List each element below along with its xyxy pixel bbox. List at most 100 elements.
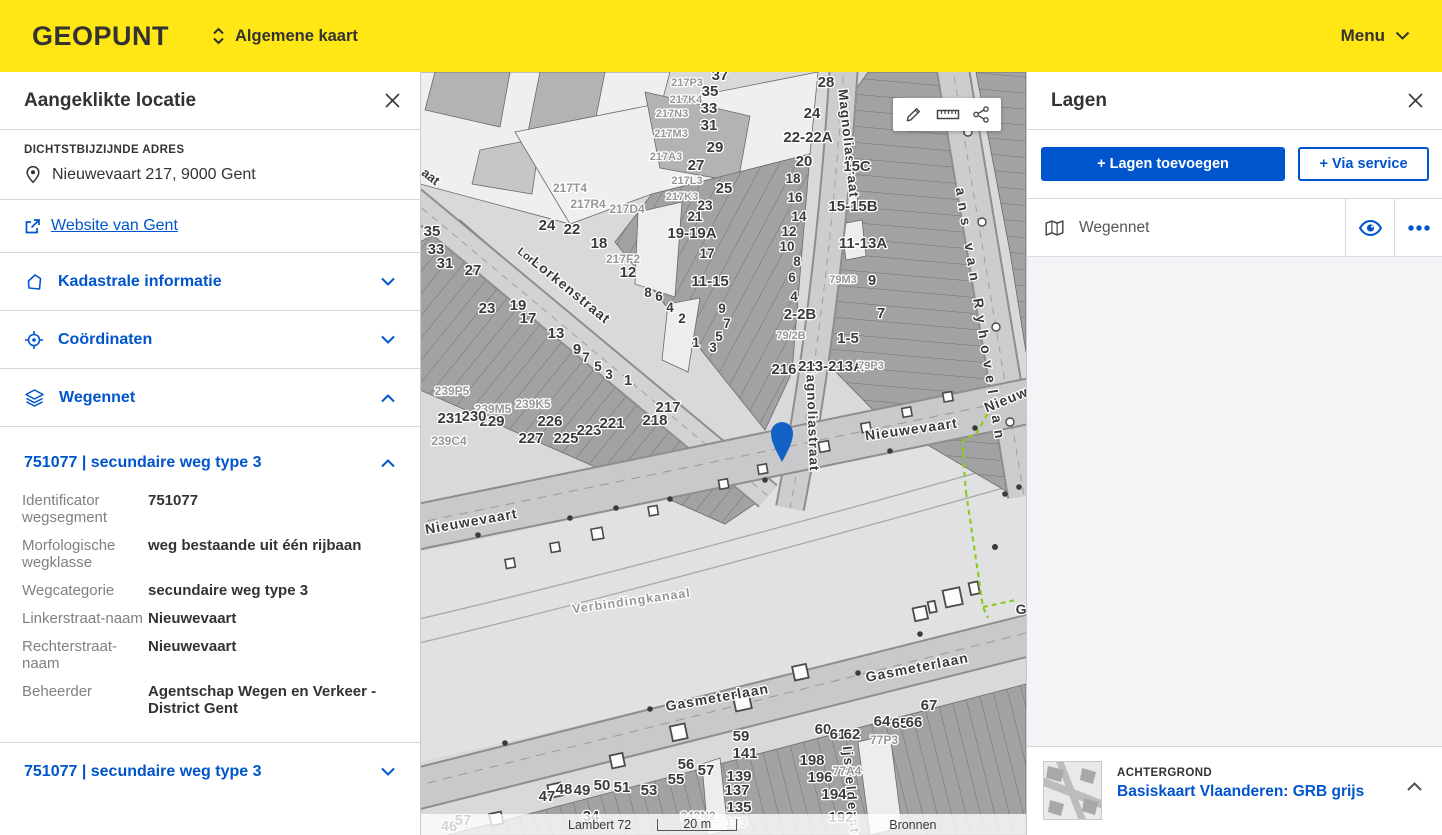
house-number-label: 8 [793,254,801,269]
map-switcher[interactable]: Algemene kaart [211,27,358,46]
map-icon [1044,218,1065,238]
house-number-label: 19-19A [667,225,716,242]
house-number-label: 57 [698,762,715,779]
house-number-label: 10 [779,239,794,254]
road-segment-title: 751077 | secundaire weg type 3 [24,454,262,472]
house-number-label: 11-13A [839,235,888,252]
top-bar: GEOPUNT Algemene kaart Menu [0,0,1442,72]
sources-link[interactable]: Bronnen [889,818,936,832]
ruler-icon [936,107,960,122]
field-key: Identificator wegsegment [22,492,148,526]
section-wegennet[interactable]: Wegennet [0,369,420,427]
house-number-label: 33 [701,100,718,117]
house-number-label: 223 [576,422,601,439]
road-segment-2-title: 751077 | secundaire weg type 3 [24,763,262,781]
left-panel-header: Aangeklikte locatie [0,72,420,130]
projection-label: Lambert 72 [568,818,631,832]
house-number-label: 217T4 [553,181,587,195]
layers-panel-body [1027,257,1442,746]
house-number-label: 35 [424,223,441,240]
section-coordinaten[interactable]: Coördinaten [0,311,420,369]
house-number-label: 24 [804,105,821,122]
menu-button[interactable]: Menu [1341,26,1410,46]
house-number-label: 4 [666,300,674,315]
house-number-label: 23 [479,300,496,317]
house-number-label: 67 [921,697,938,714]
ellipsis-icon [1407,224,1431,232]
add-layers-button[interactable]: + Lagen toevoegen [1041,147,1285,181]
chevron-up-icon [380,458,396,468]
layer-visibility-button[interactable] [1345,199,1394,256]
house-number-label: 21 [687,209,703,224]
right-panel-title: Lagen [1051,90,1107,112]
layer-name: Wegennet [1079,219,1149,237]
detail-row: Morfologische wegklasse weg bestaande ui… [22,537,396,571]
house-number-label: 35 [702,83,719,100]
house-number-label: 50 [594,777,611,794]
house-number-label: 79P3 [858,360,884,372]
road-segment-header[interactable]: 751077 | secundaire weg type 3 [0,427,420,484]
field-key: Linkerstraat-naam [22,610,148,627]
house-number-label: 29 [707,139,724,156]
house-number-label: 217R4 [570,197,606,211]
house-number-label: 217M3 [654,128,688,140]
house-number-label: 31 [437,255,454,272]
house-number-label: 2 [678,311,686,326]
geopunt-logo[interactable]: GEOPUNT [32,21,169,52]
close-left-panel-button[interactable] [378,86,406,114]
background-thumbnail[interactable] [1043,761,1102,820]
house-number-label: 79/2B [776,330,805,342]
layer-actions-row: + Lagen toevoegen + Via service [1027,130,1442,199]
house-number-label: 217A3 [650,151,682,163]
house-number-label: 221 [599,415,624,432]
chevron-down-icon [1395,31,1410,41]
unfold-vertical-icon [211,27,226,45]
house-number-label: 196 [807,769,832,786]
house-number-label: 8 [644,285,652,300]
background-collapse-button[interactable] [1402,777,1427,796]
house-number-label: 64 [874,713,891,730]
house-number-label: 2-2B [784,306,817,323]
map-canvas[interactable]: aatLorkLorkenstraatMagnoliastraatMagnoli… [420,72,1026,835]
house-number-label: 31 [701,117,718,134]
layer-row-wegennet[interactable]: Wegennet [1027,199,1442,257]
background-layer-name[interactable]: Basiskaart Vlaanderen: GRB grijs [1117,783,1364,801]
house-number-label: 55 [668,771,685,788]
detail-row: Beheerder Agentschap Wegen en Verkeer - … [22,683,396,717]
map-toolbar [893,98,1001,131]
map-attribution-bar: Lambert 72 20 m Bronnen [420,814,1026,835]
house-number-label: 14 [791,209,807,224]
house-number-label: 7 [877,305,885,322]
nearest-address-value: Nieuwevaart 217, 9000 Gent [52,166,256,184]
street-label: G [1016,601,1026,617]
layer-more-options-button[interactable] [1394,199,1442,256]
field-value: Nieuwevaart [148,610,396,627]
website-link[interactable]: Website van Gent [51,217,178,235]
detail-row: Linkerstraat-naam Nieuwevaart [22,610,396,627]
nearest-address-label: DICHTSTBIJZIJNDE ADRES [24,144,396,156]
road-segment-2-header[interactable]: 751077 | secundaire weg type 3 [0,743,420,801]
left-panel-title: Aangeklikte locatie [24,90,196,112]
draw-tool-button[interactable] [902,103,925,126]
via-service-button[interactable]: + Via service [1298,147,1429,181]
background-layer-card: ACHTERGROND Basiskaart Vlaanderen: GRB g… [1027,746,1442,835]
house-number-label: 77P3 [870,733,898,747]
section-kadastrale-informatie[interactable]: Kadastrale informatie [0,253,420,311]
measure-tool-button[interactable] [934,105,962,124]
close-layers-panel-button[interactable] [1401,86,1429,114]
detail-row: Rechterstraat-naam Nieuwevaart [22,638,396,672]
share-tool-button[interactable] [970,103,992,126]
menu-label: Menu [1341,26,1385,46]
house-number-label: 25 [716,180,733,197]
house-number-label: 56 [678,756,695,773]
house-number-label: 5 [594,359,602,374]
house-number-label: 18 [591,235,608,252]
house-number-label: 15C [843,158,871,175]
road-segment-details: Identificator wegsegment 751077 Morfolog… [0,484,420,734]
house-number-label: 7 [582,350,590,365]
house-number-label: 9 [868,272,876,289]
house-number-label: 198 [799,752,824,769]
house-number-label: 59 [733,728,750,745]
house-number-label: 53 [641,782,658,799]
house-number-label: 16 [787,190,803,205]
